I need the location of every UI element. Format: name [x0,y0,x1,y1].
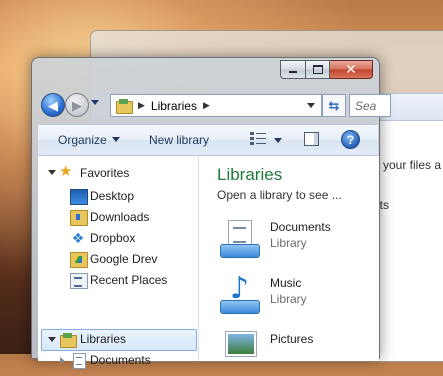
favorites-star-icon: ★ [59,163,73,180]
background-window-text: e your files a [373,158,442,172]
library-item-documents[interactable]: Documents Library [217,218,377,264]
organize-label: Organize [58,133,107,147]
forward-button[interactable]: ▶ [65,93,89,117]
nav-desktop[interactable]: Desktop [90,186,196,206]
nav-downloads[interactable]: Downloads [90,207,196,227]
close-icon: ✕ [345,61,357,78]
documents-icon [73,353,86,369]
nav-recent-places[interactable]: Recent Places [90,270,196,290]
help-button[interactable]: ? [341,130,360,149]
search-box[interactable] [349,94,391,117]
back-arrow-icon: ◀ [48,97,58,113]
back-button[interactable]: ◀ [41,93,65,117]
collapse-favorites-icon[interactable] [48,170,56,175]
libraries-icon [116,99,133,114]
window-controls: ✕ [280,60,373,79]
library-name: Music [270,276,302,290]
library-item-pictures[interactable]: Pictures [217,330,377,376]
google-drive-folder-icon [70,252,88,268]
nav-dropbox[interactable]: Dropbox [90,228,196,248]
content-pane: Libraries Open a library to see ... Docu… [199,156,379,361]
expand-documents-icon[interactable] [60,357,65,365]
maximize-icon [312,65,323,74]
nav-libraries-label: Libraries [80,332,127,346]
command-bar: Organize New library ? [38,124,378,156]
address-row: ◀ ▶ ▶ Libraries ▶ ⇆ [38,91,391,119]
dropbox-icon: ❖ [71,230,85,246]
close-button[interactable]: ✕ [330,60,373,79]
collapse-libraries-icon[interactable] [48,337,56,342]
page-subtitle: Open a library to see ... [217,188,342,202]
library-type: Library [270,292,307,306]
pictures-library-icon [220,330,260,374]
chevron-right-icon[interactable]: ▶ [138,100,145,111]
library-name: Documents [270,220,331,234]
search-input[interactable] [350,97,390,114]
page-title: Libraries [217,165,283,184]
nav-favorites[interactable]: Favorites [80,163,196,183]
music-library-icon: ♪ [220,274,260,318]
minimize-button[interactable] [280,60,306,79]
refresh-button[interactable]: ⇆ [322,94,346,117]
nav-documents[interactable]: Documents [90,350,196,370]
desktop-icon [70,189,88,205]
refresh-icon: ⇆ [328,97,340,113]
library-name: Pictures [270,332,314,346]
navigation-pane: ★ Favorites Desktop Downloads ❖ Dropbox … [38,156,199,369]
nav-google-drive[interactable]: Google Drev [90,249,196,269]
forward-arrow-icon: ▶ [72,97,82,113]
preview-pane-button[interactable] [304,132,319,146]
downloads-folder-icon [70,210,88,226]
library-item-music[interactable]: ♪ Music Library [217,274,377,320]
minimize-icon [289,71,297,73]
organize-button[interactable]: Organize [58,133,120,147]
breadcrumb-libraries[interactable]: Libraries [151,99,197,113]
chevron-down-icon [111,137,120,142]
view-options-dropdown[interactable] [274,138,282,143]
explorer-window: ✕ ◀ ▶ ▶ Libraries ▶ ⇆ Organize New libra… [31,57,391,369]
maximize-button[interactable] [306,60,330,79]
new-library-button[interactable]: New library [149,133,209,147]
library-type: Library [270,236,307,250]
recent-places-icon [70,273,88,289]
documents-library-icon [220,218,260,262]
address-dropdown-icon[interactable] [307,103,315,108]
address-bar[interactable]: ▶ Libraries ▶ [110,94,322,117]
chevron-right-icon[interactable]: ▶ [203,100,210,111]
change-view-button[interactable] [250,132,266,146]
libraries-icon [60,333,77,348]
background-window-content [373,121,443,361]
recent-pages-dropdown[interactable] [91,100,99,105]
